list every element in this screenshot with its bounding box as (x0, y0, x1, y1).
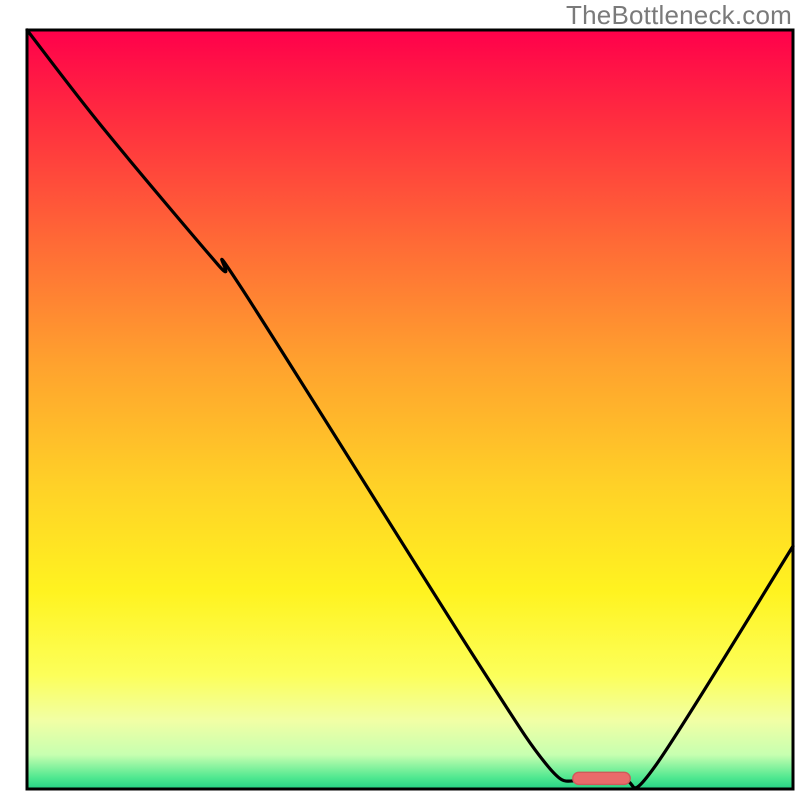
watermark-label: TheBottleneck.com (566, 0, 792, 31)
bottleneck-chart (0, 0, 800, 800)
plot-background (27, 30, 793, 789)
chart-container: TheBottleneck.com (0, 0, 800, 800)
optimal-marker (573, 772, 630, 784)
